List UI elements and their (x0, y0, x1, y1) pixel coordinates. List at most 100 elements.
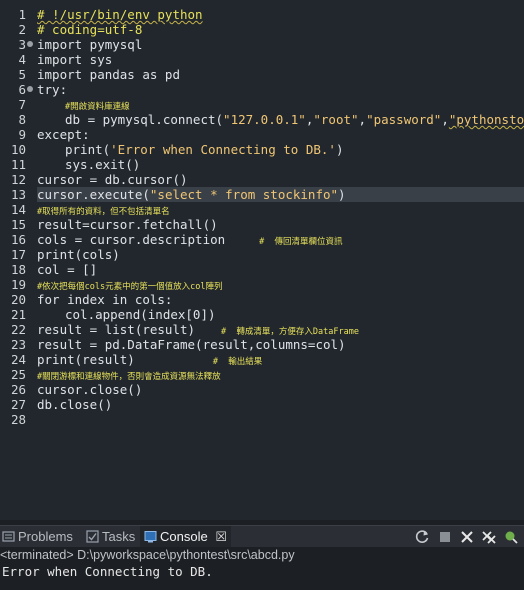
code-line[interactable]: #取得所有的資料，但不包括清單名 (37, 202, 170, 217)
console-panel: Problems Tasks Console ☒ <terminated> D:… (0, 520, 524, 590)
remove-all-terminated-icon[interactable] (481, 529, 497, 545)
code-line[interactable]: col = [] (37, 262, 97, 277)
code-token: # !/usr/bin/env python (37, 7, 203, 22)
line-number: 25 (10, 367, 26, 382)
line-number: 6 (18, 82, 26, 97)
code-line[interactable]: col.append(index[0]) (37, 307, 216, 322)
code-token: #取得所有的資料，但不包括清單名 (37, 207, 170, 217)
line-number: 27 (10, 397, 26, 412)
fold-marker-icon[interactable] (27, 86, 33, 92)
code-token: ) (335, 142, 344, 157)
code-line[interactable]: print('Error when Connecting to DB.') (37, 142, 343, 157)
line-number: 21 (10, 307, 26, 322)
code-line[interactable]: print(cols) (37, 247, 120, 262)
line-number: 12 (10, 172, 26, 187)
console-tab-bar: Problems Tasks Console ☒ (0, 525, 524, 548)
line-number-gutter: 1 2 3 4 5 6 7 8 9 10 11 12 13 14 15 16 17 18 19 20 21 22 23 24 2… (0, 0, 34, 520)
code-line[interactable]: #關閉游標和連線物件，否則會造成資源無法釋放 (37, 367, 221, 382)
code-line[interactable]: import sys (37, 52, 112, 67)
line-number: 5 (18, 67, 26, 82)
code-token: print(result) (37, 352, 135, 367)
code-token: cursor.close() (37, 382, 143, 397)
code-line[interactable]: print(result) # 輸出結果 (37, 352, 262, 367)
fold-marker-icon[interactable] (27, 41, 33, 47)
code-token: # 輸出結果 (212, 357, 263, 367)
code-token: cursor = db.cursor() (37, 172, 188, 187)
code-line[interactable]: # coding=utf-8 (37, 22, 142, 37)
console-output[interactable]: Error when Connecting to DB. (2, 564, 213, 580)
code-token: ) (338, 187, 346, 202)
code-token: col.append(index[0]) (65, 307, 216, 322)
code-line[interactable]: import pandas as pd (37, 67, 180, 82)
line-number: 7 (18, 97, 26, 112)
line-number: 8 (18, 112, 26, 127)
line-number: 18 (10, 262, 26, 277)
line-number: 3 (18, 37, 26, 52)
pin-console-icon[interactable] (503, 529, 519, 545)
problems-icon (2, 531, 15, 542)
tab-problems[interactable]: Problems (2, 526, 73, 548)
code-editor[interactable]: 1 2 3 4 5 6 7 8 9 10 11 12 13 14 15 16 17 18 19 20 21 22 23 24 2… (0, 0, 524, 520)
stop-icon[interactable] (437, 529, 453, 545)
code-token: 'Error when Connecting to DB.' (110, 142, 336, 157)
code-token: print(cols) (37, 247, 120, 262)
code-token: sys.exit() (65, 157, 141, 172)
line-number: 14 (10, 202, 26, 217)
code-token: cursor.execute( (37, 187, 150, 202)
code-token: "select * from stockinfo" (149, 187, 339, 202)
close-tab-icon[interactable]: ☒ (215, 529, 227, 544)
code-line[interactable]: #開啟資料庫連線 (37, 97, 130, 112)
code-token: col = [] (37, 262, 98, 277)
line-number: 26 (10, 382, 26, 397)
code-token: result = list(result) (37, 322, 196, 337)
code-line[interactable]: sys.exit() (37, 157, 140, 172)
code-line[interactable]: import pymysql (37, 37, 142, 52)
code-token: import pymysql (37, 37, 143, 52)
line-number: 10 (10, 142, 26, 157)
code-token: try: (37, 82, 68, 97)
code-line[interactable]: cols = cursor.description # 傳回清單欄位資訊 (37, 232, 343, 247)
tab-label: Console (160, 529, 208, 544)
line-number: 28 (10, 412, 26, 427)
code-token: cols = cursor.description (37, 232, 226, 247)
code-line[interactable]: #依次把每個cols元素中的第一個值放入col陣列 (37, 277, 222, 292)
code-line[interactable]: cursor.execute("select * from stockinfo"… (37, 187, 524, 202)
line-number: 16 (10, 232, 26, 247)
code-line[interactable]: result=cursor.fetchall() (37, 217, 218, 232)
code-line[interactable]: try: (37, 82, 67, 97)
line-number: 24 (10, 352, 26, 367)
code-token: #關閉游標和連線物件，否則會造成資源無法釋放 (37, 372, 221, 382)
code-line[interactable]: result = list(result) # 轉成清單，方便存入DataFram… (37, 322, 359, 337)
line-number: 1 (18, 7, 26, 22)
tab-console[interactable]: Console ☒ (140, 526, 231, 548)
code-token: "127.0.0.1" (223, 112, 306, 127)
code-line[interactable]: # !/usr/bin/env python (37, 7, 203, 22)
tasks-icon (86, 530, 99, 543)
code-line[interactable]: cursor.close() (37, 382, 142, 397)
code-token: "password" (366, 112, 442, 127)
code-token: import sys (37, 52, 113, 67)
code-token: db.close() (37, 397, 113, 412)
code-token: , (441, 112, 449, 127)
code-line[interactable]: except: (37, 127, 90, 142)
code-token: import pandas as pd (37, 67, 180, 82)
remove-launch-icon[interactable] (459, 529, 475, 545)
line-number: 13 (10, 187, 26, 202)
code-token: # 轉成清單，方便存入DataFrame (221, 327, 359, 337)
code-token: "root" (313, 112, 359, 127)
line-number: 9 (18, 127, 26, 142)
code-token: except: (37, 127, 90, 142)
code-token: # 傳回清單欄位資訊 (259, 237, 343, 247)
code-line[interactable]: for index in cols: (37, 292, 172, 307)
code-line[interactable]: db = pymysql.connect("127.0.0.1","root",… (37, 112, 524, 127)
code-token: print( (65, 142, 111, 157)
code-token: result = pd.DataFrame(result,columns=col… (37, 337, 346, 352)
code-token: #開啟資料庫連線 (65, 102, 130, 112)
tab-tasks[interactable]: Tasks (86, 526, 135, 548)
refresh-icon[interactable] (414, 529, 430, 545)
code-line[interactable]: cursor = db.cursor() (37, 172, 188, 187)
code-line[interactable]: result = pd.DataFrame(result,columns=col… (37, 337, 346, 352)
code-line[interactable]: db.close() (37, 397, 112, 412)
line-number: 23 (10, 337, 26, 352)
line-number: 2 (18, 22, 26, 37)
